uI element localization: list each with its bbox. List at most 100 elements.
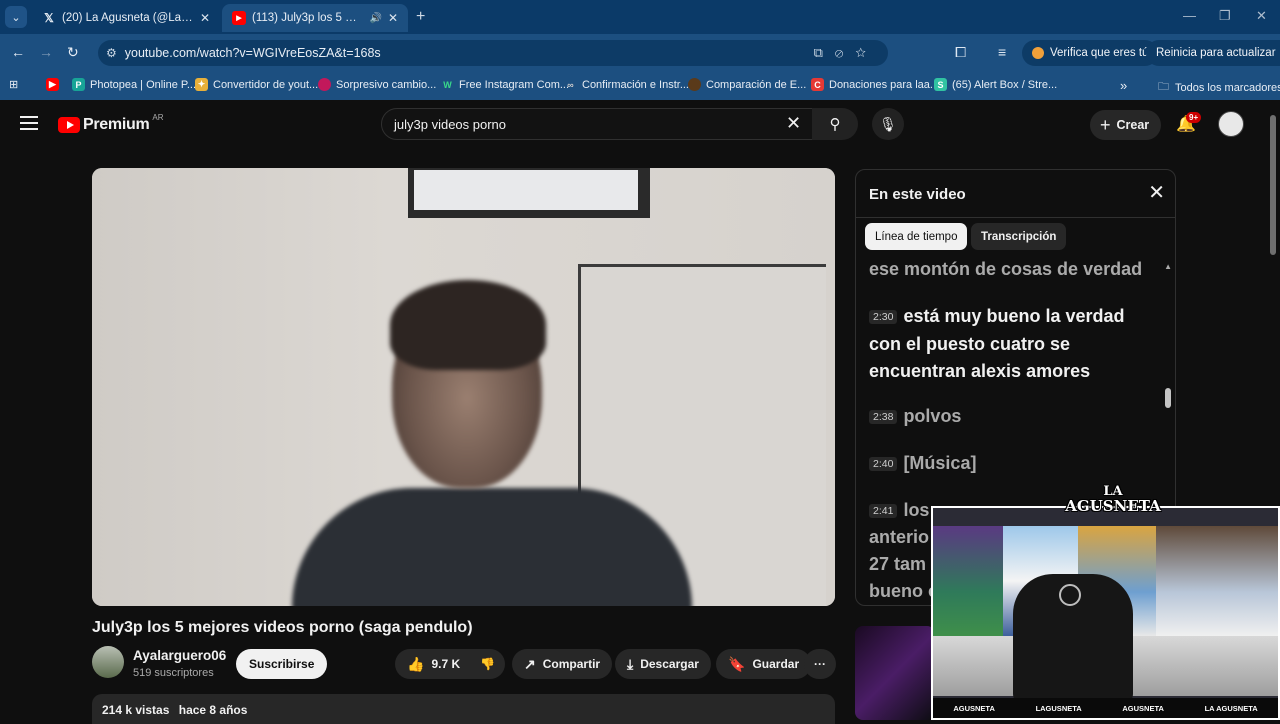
suggested-video-thumbnail[interactable] [855,626,935,720]
window-close-icon[interactable]: ✕ [1256,8,1267,24]
bookmark-confirmacion[interactable]: ∞ Confirmación e Instr... [564,78,689,91]
share-button[interactable]: ↗ Compartir [512,649,613,679]
close-icon[interactable]: ✕ [388,11,398,25]
divider [856,217,1175,218]
poster-argentina [1156,526,1278,636]
tab-x[interactable]: 𝕏 (20) La Agusneta (@Lagusneta) / X ✕ [32,4,220,32]
forward-icon[interactable]: → [39,44,53,60]
youtube-logo[interactable]: Premium AR [58,113,164,134]
tab-transcript[interactable]: Transcripción [971,223,1067,250]
bookmarks-bar: ⊞ ▶ P Photopea | Online P... ✦ Convertidor… [0,72,1280,100]
mic-icon: 🎙 [879,115,897,132]
bookmark-alertbox[interactable]: S (65) Alert Box / Stre... [934,78,1057,91]
tab-search-button[interactable]: ⌄ [5,6,27,28]
panel-scrollbar[interactable] [1165,388,1171,408]
address-bar[interactable]: ⚙ youtube.com/watch?v=WGIVreEosZA&t=168s… [98,40,888,66]
restart-update-button[interactable]: Reinicia para actualizar ⋮ [1146,40,1280,66]
extensions-icon[interactable]: ⧠ [955,44,966,61]
video-person-body [292,488,692,606]
video-player[interactable] [92,168,835,606]
reload-icon[interactable]: ↻ [67,44,79,61]
instagram-handle: AGUSNETA [953,703,995,713]
all-bookmarks[interactable]: 🗀 Todos los marcadores [1158,78,1280,97]
download-label: Descargar [640,657,699,671]
apps-icon[interactable]: ⊞ [9,78,18,91]
restart-label: Reinicia para actualizar [1156,47,1276,59]
tab-title: (113) July3p los 5 mejores videos [252,12,365,24]
bookmark-label: Free Instagram Com... [459,78,570,91]
news-icon [318,78,331,91]
bookmark-label: Convertidor de yout... [213,78,319,91]
video-wall-frame [408,168,650,218]
bookmark-label: (65) Alert Box / Stre... [952,78,1058,91]
channel-name[interactable]: Ayalarguero06 [133,648,226,663]
transcript-segment[interactable]: ese montón de cosas de verdad [869,256,1159,283]
save-button[interactable]: 🔖 Guardar [716,649,812,679]
page-scrollbar[interactable] [1270,115,1276,255]
speaker-icon[interactable]: 🔊 [369,13,381,24]
more-actions-button[interactable]: ··· [804,649,836,679]
la-agusneta-logo: LA AGUSNETA [1065,474,1161,526]
segment-text: polvos [903,406,962,426]
tab-youtube[interactable]: ▶ (113) July3p los 5 mejores videos 🔊 ✕ [222,4,408,32]
download-button[interactable]: ⤓ Descargar [615,649,711,679]
video-person-hair [390,280,546,370]
transcript-segment[interactable]: 2:30 está muy bueno la verdad con el pues… [869,303,1159,385]
reading-list-icon[interactable]: ≡ [998,44,1006,60]
chair-logo-icon [1059,584,1081,606]
minimize-icon[interactable]: — [1183,8,1196,23]
site-info-icon[interactable]: ⚙ [106,46,117,60]
close-icon[interactable]: ✕ [200,11,210,25]
create-label: Crear [1116,118,1150,132]
subscribe-button[interactable]: Suscribirse [236,649,328,679]
youtube-handle: LA AGUSNETA [1204,703,1258,713]
menu-icon[interactable] [20,116,38,130]
segment-timestamp[interactable]: 2:38 [869,409,898,424]
channel-avatar[interactable] [92,646,124,678]
link-icon: ∞ [567,79,574,90]
segment-timestamp[interactable]: 2:30 [869,309,898,324]
tab-timeline[interactable]: Línea de tiempo [865,223,968,250]
view-count: 214 k vistas [102,703,170,717]
segment-timestamp[interactable]: 2:41 [869,503,898,518]
thumbs-down-icon[interactable]: 👎 [480,657,495,671]
notification-badge: 9+ [1186,112,1202,123]
create-button[interactable]: + Crear [1090,110,1162,140]
segment-text: [Música] [903,453,977,473]
more-bookmarks-chevron[interactable]: » [1120,78,1127,93]
bookmark-instagram[interactable]: W Free Instagram Com... [441,78,569,91]
close-icon[interactable]: ✕ [1148,180,1165,205]
voice-search-button[interactable]: 🎙 [872,108,904,140]
transcript-segment[interactable]: 2:38 polvos [869,403,1159,431]
verify-identity-button[interactable]: Verifica que eres tú [1022,40,1159,66]
video-title: July3p los 5 mejores videos porno (saga … [92,619,473,636]
restore-icon[interactable]: ❐ [1219,8,1231,24]
stream-webcam-overlay: AGUSNETA LAGUSNETA AGUSNETA LA AGUSNETA [931,506,1280,720]
alert-icon [1032,47,1044,59]
site-icon [688,78,701,91]
url-text[interactable]: youtube.com/watch?v=WGIVreEosZA&t=168s [125,46,381,60]
segment-timestamp[interactable]: 2:40 [869,456,898,471]
bookmark-comparacion[interactable]: Comparación de E... [688,78,806,91]
like-dislike-group[interactable]: 👍 9.7 K 👎 [395,649,505,679]
bookmark-convertidor[interactable]: ✦ Convertidor de yout... [195,78,318,91]
bookmark-youtube[interactable]: ▶ [46,78,64,91]
new-tab-button[interactable]: + [416,8,425,26]
bookmark-photopea[interactable]: P Photopea | Online P... [72,78,196,91]
x-icon: 𝕏 [44,11,54,25]
avatar[interactable] [1218,111,1244,137]
youtube-icon: ▶ [46,78,59,91]
back-icon[interactable]: ← [11,44,25,60]
bookmark-sorpresivo[interactable]: Sorpresivo cambio... [318,78,436,91]
bookmark-donaciones[interactable]: C Donaciones para laa... [811,78,939,91]
photopea-icon: P [72,78,85,91]
x-handle: LAGUSNETA [1035,703,1082,713]
search-input[interactable]: july3p videos porno [381,108,815,140]
omnibox-actions[interactable]: ⧉⊘☆ [814,45,878,61]
scroll-up-arrow-icon[interactable]: ▲ [1164,262,1172,271]
thumbs-up-icon[interactable]: 👍 [407,656,424,673]
clear-search-icon[interactable]: ✕ [786,113,801,134]
search-query[interactable]: july3p videos porno [394,117,506,132]
save-label: Guardar [752,657,800,671]
search-button[interactable]: ⚲ [812,108,858,140]
